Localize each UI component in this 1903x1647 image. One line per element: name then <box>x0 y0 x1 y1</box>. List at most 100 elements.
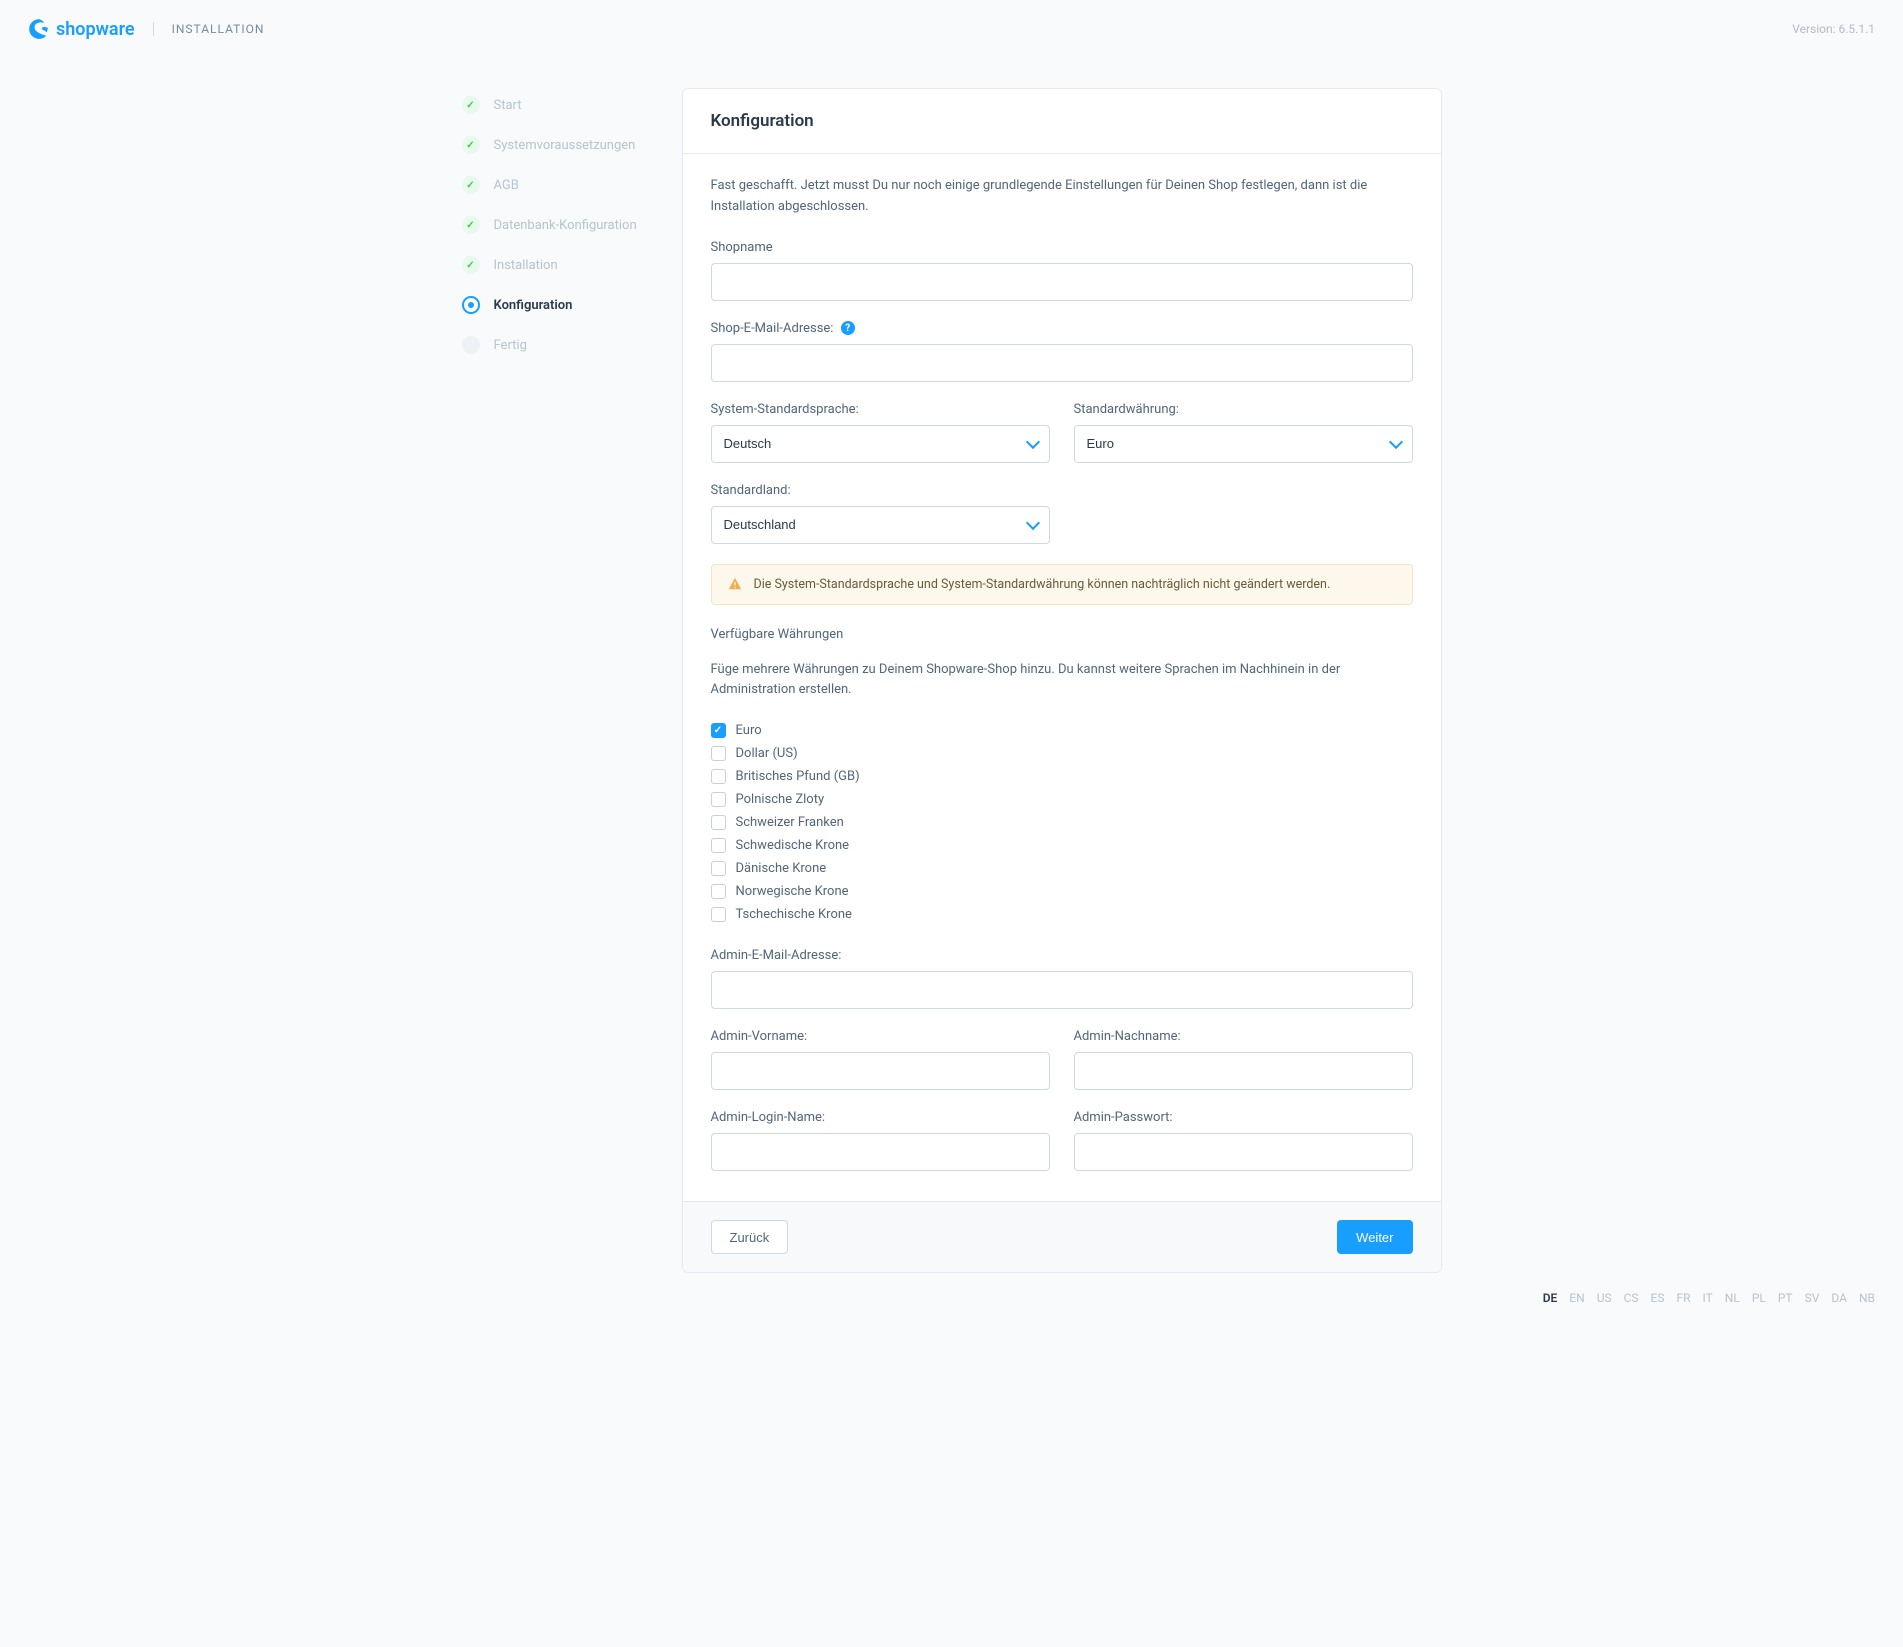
admin-pass-input[interactable] <box>1074 1133 1413 1171</box>
lang-en[interactable]: EN <box>1569 1291 1584 1305</box>
lang-cs[interactable]: CS <box>1624 1291 1639 1305</box>
currency-checkbox[interactable] <box>711 792 726 807</box>
currency-label: Euro <box>736 723 762 738</box>
help-icon[interactable]: ? <box>841 321 855 335</box>
lang-sv[interactable]: SV <box>1805 1291 1820 1305</box>
alert-text: Die System-Standardsprache und System-St… <box>754 577 1331 592</box>
lang-it[interactable]: IT <box>1703 1291 1713 1305</box>
lang-nl[interactable]: NL <box>1725 1291 1740 1305</box>
currency-item: Dänische Krone <box>711 861 1413 876</box>
shopname-input[interactable] <box>711 263 1413 301</box>
admin-login-input[interactable] <box>711 1133 1050 1171</box>
lang-da[interactable]: DA <box>1831 1291 1847 1305</box>
step-icon <box>462 256 480 274</box>
currency-label: Norwegische Krone <box>736 884 849 899</box>
intro-text: Fast geschafft. Jetzt musst Du nur noch … <box>711 176 1413 218</box>
shopemail-input[interactable] <box>711 344 1413 382</box>
currency-checkbox[interactable] <box>711 815 726 830</box>
lang-fr[interactable]: FR <box>1676 1291 1690 1305</box>
admin-pass-label: Admin-Passwort: <box>1074 1110 1413 1125</box>
currency-item: Schwedische Krone <box>711 838 1413 853</box>
brand-text: shopware <box>56 19 135 40</box>
admin-email-input[interactable] <box>711 971 1413 1009</box>
country-select[interactable]: Deutschland <box>711 506 1050 544</box>
language-footer: DE EN US CS ES FR IT NL PL PT SV DA NB <box>0 1273 1903 1333</box>
syslang-select[interactable]: Deutsch <box>711 425 1050 463</box>
shopware-icon <box>28 18 50 40</box>
step-icon <box>462 296 480 314</box>
step-icon <box>462 136 480 154</box>
currency-label: Schweizer Franken <box>736 815 844 830</box>
currency-checkbox[interactable] <box>711 884 726 899</box>
available-desc: Füge mehrere Währungen zu Deinem Shopwar… <box>711 660 1413 702</box>
step-label: Konfiguration <box>494 298 573 313</box>
currency-label: Dänische Krone <box>736 861 827 876</box>
currency-item: Polnische Zloty <box>711 792 1413 807</box>
step-icon <box>462 176 480 194</box>
step-3: Datenbank-Konfiguration <box>462 216 642 234</box>
config-card: Konfiguration Fast geschafft. Jetzt muss… <box>682 88 1442 1273</box>
shopemail-label-text: Shop-E-Mail-Adresse: <box>711 321 834 336</box>
warning-alert: Die System-Standardsprache und System-St… <box>711 564 1413 605</box>
country-label: Standardland: <box>711 483 1050 498</box>
currency-item: Norwegische Krone <box>711 884 1413 899</box>
admin-first-label: Admin-Vorname: <box>711 1029 1050 1044</box>
currency-item: Schweizer Franken <box>711 815 1413 830</box>
lang-nb[interactable]: NB <box>1859 1291 1875 1305</box>
card-header: Konfiguration <box>683 89 1441 154</box>
admin-last-input[interactable] <box>1074 1052 1413 1090</box>
step-1: Systemvoraussetzungen <box>462 136 642 154</box>
currency-checkbox[interactable] <box>711 861 726 876</box>
admin-email-label: Admin-E-Mail-Adresse: <box>711 948 1413 963</box>
card-footer: Zurück Weiter <box>683 1201 1441 1272</box>
currency-select[interactable]: Euro <box>1074 425 1413 463</box>
lang-de[interactable]: DE <box>1543 1291 1558 1305</box>
step-0: Start <box>462 96 642 114</box>
currency-label: Dollar (US) <box>736 746 798 761</box>
lang-pt[interactable]: PT <box>1778 1291 1793 1305</box>
app-header: shopware INSTALLATION Version: 6.5.1.1 <box>0 0 1903 58</box>
admin-last-label: Admin-Nachname: <box>1074 1029 1413 1044</box>
currency-checkbox[interactable] <box>711 723 726 738</box>
admin-first-input[interactable] <box>711 1052 1050 1090</box>
back-button[interactable]: Zurück <box>711 1220 789 1254</box>
currency-checkbox[interactable] <box>711 746 726 761</box>
currency-label: Standardwährung: <box>1074 402 1413 417</box>
syslang-label: System-Standardsprache: <box>711 402 1050 417</box>
version-label: Version: 6.5.1.1 <box>1792 22 1875 36</box>
admin-login-label: Admin-Login-Name: <box>711 1110 1050 1125</box>
step-label: AGB <box>494 178 519 193</box>
currency-item: Dollar (US) <box>711 746 1413 761</box>
currency-label: Tschechische Krone <box>736 907 852 922</box>
step-label: Datenbank-Konfiguration <box>494 218 637 233</box>
currency-item: Euro <box>711 723 1413 738</box>
step-4: Installation <box>462 256 642 274</box>
step-label: Start <box>494 98 522 113</box>
currency-checkbox[interactable] <box>711 769 726 784</box>
card-title: Konfiguration <box>711 111 1413 131</box>
lang-es[interactable]: ES <box>1651 1291 1665 1305</box>
currency-item: Tschechische Krone <box>711 907 1413 922</box>
step-icon <box>462 216 480 234</box>
shopname-label: Shopname <box>711 240 1413 255</box>
currency-checkbox[interactable] <box>711 838 726 853</box>
step-icon <box>462 336 480 354</box>
available-title: Verfügbare Währungen <box>711 627 1413 642</box>
currency-checkbox[interactable] <box>711 907 726 922</box>
lang-us[interactable]: US <box>1597 1291 1612 1305</box>
shopemail-label: Shop-E-Mail-Adresse: ? <box>711 321 1413 336</box>
step-icon <box>462 96 480 114</box>
next-button[interactable]: Weiter <box>1337 1220 1412 1254</box>
step-6: Fertig <box>462 336 642 354</box>
header-title: INSTALLATION <box>153 22 265 36</box>
currency-list: Euro Dollar (US) Britisches Pfund (GB) Poln… <box>711 723 1413 922</box>
step-label: Installation <box>494 258 558 273</box>
step-2: AGB <box>462 176 642 194</box>
lang-pl[interactable]: PL <box>1752 1291 1766 1305</box>
warning-icon <box>728 577 742 591</box>
brand-logo: shopware <box>28 18 135 40</box>
currency-label: Schwedische Krone <box>736 838 850 853</box>
step-label: Fertig <box>494 338 527 353</box>
currency-item: Britisches Pfund (GB) <box>711 769 1413 784</box>
currency-label: Polnische Zloty <box>736 792 825 807</box>
